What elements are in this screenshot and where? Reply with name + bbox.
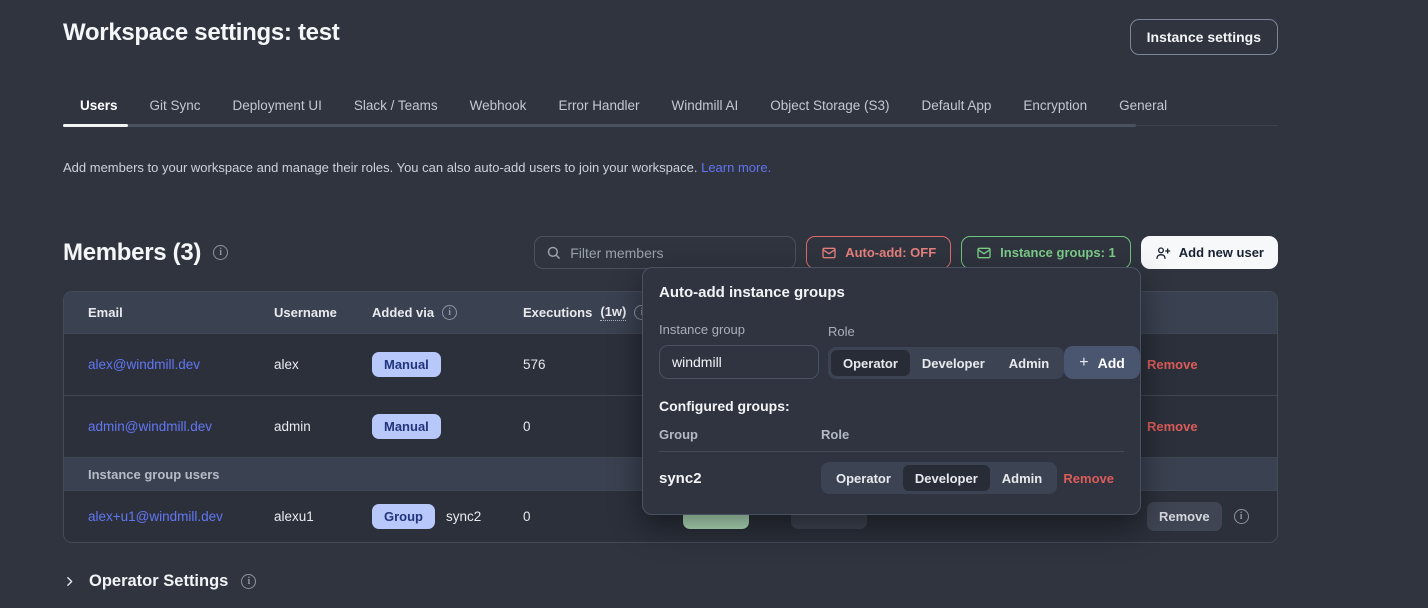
settings-tab-bar: Users Git Sync Deployment UI Slack / Tea… (63, 92, 1278, 127)
members-heading: Members (3) (63, 239, 201, 267)
remove-member-button[interactable]: Remove (1147, 419, 1198, 434)
chevron-right-icon[interactable] (63, 575, 76, 588)
tab-error-handler[interactable]: Error Handler (542, 92, 655, 127)
add-new-user-button[interactable]: Add new user (1141, 236, 1278, 269)
member-username: admin (274, 419, 372, 434)
tab-object-storage[interactable]: Object Storage (S3) (754, 92, 905, 127)
tab-users[interactable]: Users (63, 92, 134, 127)
column-header-group: Group (659, 427, 821, 442)
instance-group-input[interactable] (659, 345, 819, 379)
instance-groups-button[interactable]: Instance groups: 1 (961, 236, 1131, 269)
filter-members-input[interactable] (570, 245, 784, 261)
member-username: alex (274, 357, 372, 372)
added-via-info-icon[interactable]: i (442, 305, 457, 320)
role-option-admin[interactable]: Admin (990, 465, 1054, 491)
executions-label: Executions (523, 305, 592, 320)
role-option-admin[interactable]: Admin (997, 350, 1061, 376)
active-tab-underline (63, 124, 128, 127)
tab-webhook[interactable]: Webhook (454, 92, 543, 127)
plus-icon: + (1079, 354, 1088, 372)
instance-settings-button[interactable]: Instance settings (1130, 19, 1278, 55)
instance-groups-label: Instance groups: 1 (1000, 245, 1116, 260)
operator-settings-heading: Operator Settings (89, 572, 228, 591)
operator-settings-section: Operator Settings i (63, 572, 1278, 591)
popup-title: Auto-add instance groups (659, 284, 1124, 301)
remove-configured-group-button[interactable]: Remove (1063, 471, 1114, 486)
user-plus-icon (1155, 245, 1171, 261)
page-header: Workspace settings: test Instance settin… (63, 0, 1278, 55)
added-via-badge: Manual (372, 414, 441, 439)
description-text: Add members to your workspace and manage… (63, 160, 697, 175)
remove-member-button[interactable]: Remove (1147, 357, 1198, 372)
added-via-label: Added via (372, 305, 434, 320)
column-header-added-via: Added via i (372, 305, 523, 320)
role-option-developer[interactable]: Developer (910, 350, 997, 376)
configured-group-row: sync2 Operator Developer Admin Remove (659, 462, 1124, 494)
configured-role-toggle: Operator Developer Admin (821, 462, 1057, 494)
role-option-operator[interactable]: Operator (831, 350, 910, 376)
add-group-button[interactable]: + Add (1064, 346, 1140, 379)
add-new-user-label: Add new user (1179, 245, 1264, 260)
members-info-icon[interactable]: i (213, 245, 228, 260)
tab-windmill-ai[interactable]: Windmill AI (655, 92, 754, 127)
configured-groups-heading: Configured groups: (659, 398, 1124, 414)
mail-icon (821, 245, 837, 261)
tab-git-sync[interactable]: Git Sync (134, 92, 217, 127)
add-group-label: Add (1098, 355, 1125, 371)
tab-slack-teams[interactable]: Slack / Teams (338, 92, 454, 127)
column-header-username: Username (274, 305, 372, 320)
remove-member-button[interactable]: Remove (1147, 502, 1222, 531)
column-header-role: Role (821, 427, 849, 442)
tab-encryption[interactable]: Encryption (1007, 92, 1103, 127)
role-option-operator[interactable]: Operator (824, 465, 903, 491)
member-email-link[interactable]: admin@windmill.dev (88, 419, 212, 434)
mail-icon (976, 245, 992, 261)
auto-add-button[interactable]: Auto-add: OFF (806, 236, 951, 269)
column-header-email: Email (64, 305, 274, 320)
tab-default-app[interactable]: Default App (906, 92, 1008, 127)
page-title: Workspace settings: test (63, 19, 339, 47)
members-description: Add members to your workspace and manage… (63, 160, 1278, 175)
members-toolbar: Members (3) i Auto-add: OFF Instance (63, 236, 1278, 269)
auto-add-label: Auto-add: OFF (845, 245, 936, 260)
configured-group-name: sync2 (659, 470, 821, 487)
role-label: Role (828, 324, 1064, 339)
added-via-badge: Group (372, 504, 435, 529)
executions-window-label: (1w) (600, 304, 626, 321)
tab-bar-track (63, 124, 1136, 127)
filter-members-box (534, 236, 796, 269)
tab-deployment-ui[interactable]: Deployment UI (217, 92, 338, 127)
operator-settings-info-icon[interactable]: i (241, 574, 256, 589)
tab-general[interactable]: General (1103, 92, 1183, 127)
auto-add-instance-groups-popup: Auto-add instance groups Instance group … (642, 267, 1141, 515)
role-toggle: Operator Developer Admin (828, 347, 1064, 379)
configured-groups-columns: Group Role (659, 427, 1124, 452)
learn-more-link[interactable]: Learn more. (701, 160, 771, 175)
member-email-link[interactable]: alex@windmill.dev (88, 357, 200, 372)
search-icon (546, 245, 561, 260)
member-group-name: sync2 (446, 509, 481, 524)
role-option-developer[interactable]: Developer (903, 465, 990, 491)
member-email-link[interactable]: alex+u1@windmill.dev (88, 509, 223, 524)
member-username: alexu1 (274, 509, 372, 524)
instance-group-label: Instance group (659, 322, 819, 337)
remove-info-icon[interactable]: i (1234, 509, 1249, 524)
added-via-badge: Manual (372, 352, 441, 377)
